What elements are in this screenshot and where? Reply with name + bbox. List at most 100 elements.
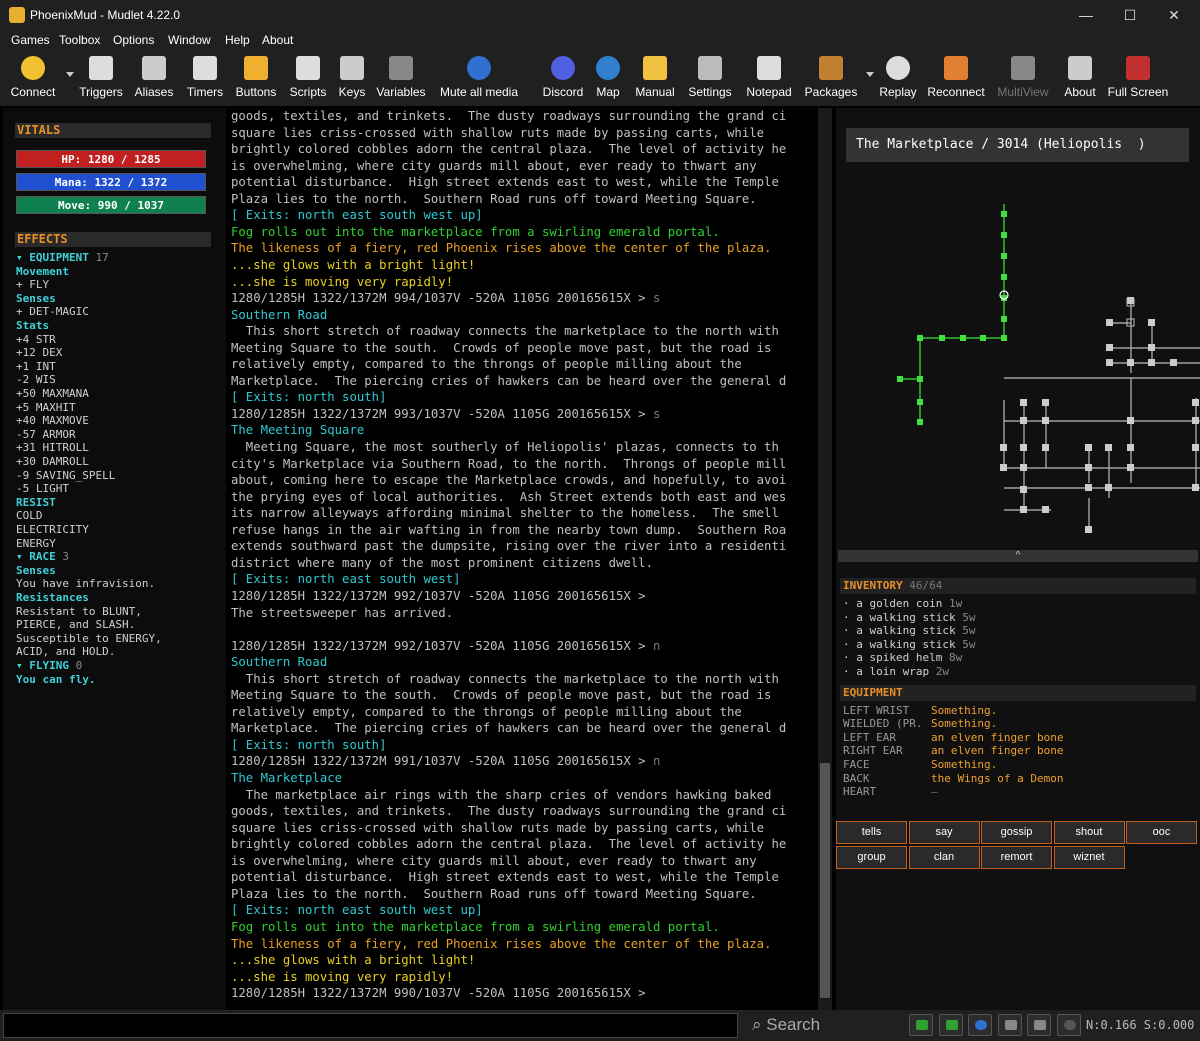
- toolbar-timers-button[interactable]: Timers: [184, 50, 226, 106]
- toolbar-label: Reconnect: [927, 85, 985, 99]
- toolbar-buttons-button[interactable]: Buttons: [234, 50, 278, 106]
- item-name: · a loin wrap: [843, 664, 930, 678]
- toolbar-variables-button[interactable]: Variables: [376, 50, 426, 106]
- dropdown-arrow-icon[interactable]: [66, 72, 74, 77]
- output-scrollbar[interactable]: [818, 108, 832, 1010]
- connection-icon[interactable]: [938, 1014, 963, 1036]
- channel-tells-button[interactable]: tells: [836, 821, 907, 844]
- slot-name: BACK: [843, 771, 870, 785]
- output-text: relatively empty, compared to the throng…: [231, 357, 742, 372]
- command-input[interactable]: [3, 1013, 738, 1038]
- output-text: This short stretch of roadway connects t…: [231, 324, 779, 339]
- menu-help[interactable]: Help: [225, 33, 250, 47]
- toolbar-packages-button[interactable]: Packages: [804, 50, 874, 106]
- output-text: its narrow alleyways affording minimal s…: [231, 506, 779, 521]
- screen-icon[interactable]: [1027, 1014, 1051, 1036]
- toolbar-notepad-button[interactable]: Notepad: [745, 50, 793, 106]
- inventory-item[interactable]: · a walking stick 5w: [840, 638, 1196, 652]
- channel-group-button[interactable]: group: [836, 846, 907, 869]
- toolbar-mute-all-media-button[interactable]: Mute all media: [437, 50, 521, 106]
- effect-line[interactable]: ▾ FLYING 0: [16, 659, 82, 672]
- effect-line[interactable]: ▾ EQUIPMENT 17: [16, 251, 109, 264]
- output-text: city's Marketplace via Southern Road, to…: [231, 456, 787, 471]
- output-text: is overwhelming, where city guards mill …: [231, 853, 757, 868]
- effect-text: -5 LIGHT: [16, 482, 69, 496]
- toolbar-scripts-button[interactable]: Scripts: [287, 50, 329, 106]
- toolbar-map-button[interactable]: Map: [593, 50, 623, 106]
- toolbar-triggers-button[interactable]: Triggers: [78, 50, 124, 106]
- inventory-item[interactable]: · a loin wrap 2w: [840, 665, 1196, 679]
- dropdown-arrow-icon[interactable]: [866, 72, 874, 77]
- left-panel: VITALS HP: 1280 / 1285 Mana: 1322 / 1372…: [3, 108, 226, 1010]
- inventory-item[interactable]: · a walking stick 5w: [840, 624, 1196, 638]
- slot-item: the Wings of a Demon: [931, 771, 1064, 785]
- inventory-item[interactable]: · a golden coin 1w: [840, 597, 1196, 611]
- toolbar-connect-button[interactable]: Connect: [8, 50, 74, 106]
- info-icon[interactable]: [968, 1014, 992, 1036]
- toolbar-aliases-button[interactable]: Aliases: [134, 50, 174, 106]
- output-text: extends southward past the dumpsite, ris…: [231, 539, 787, 554]
- effect-line[interactable]: ▾ RACE 3: [16, 550, 69, 563]
- main-output[interactable]: goods, textiles, and trinkets. The dusty…: [227, 108, 817, 1010]
- toolbar-keys-button[interactable]: Keys: [336, 50, 368, 106]
- output-text: ...she is moving very rapidly!: [231, 274, 454, 289]
- toolbar-multiview-button[interactable]: MultiView: [996, 50, 1050, 106]
- equipment-slot: BACK the Wings of a Demon: [840, 772, 1196, 786]
- buttons-icon: [244, 56, 268, 80]
- menu-bar: Games Toolbox Options Window Help About: [0, 30, 1200, 50]
- toolbar-label: Map: [596, 85, 620, 99]
- record-icon[interactable]: [1056, 1014, 1081, 1036]
- toolbar-settings-button[interactable]: Settings: [687, 50, 733, 106]
- item-weight: 2w: [935, 664, 949, 678]
- manual-icon: [643, 56, 667, 80]
- output-line: [ Exits: north east south west up]: [231, 207, 483, 224]
- map-collapse-handle[interactable]: ^: [838, 550, 1198, 562]
- output-text: district where many of the most prominen…: [231, 555, 653, 570]
- output-line: square lies criss-crossed with shallow r…: [231, 820, 764, 837]
- toolbar-manual-button[interactable]: Manual: [632, 50, 678, 106]
- slot-item: Something.: [931, 717, 998, 731]
- toolbar-label: Connect: [10, 85, 56, 99]
- menu-window[interactable]: Window: [168, 33, 211, 47]
- channel-clan-button[interactable]: clan: [908, 846, 980, 869]
- network-stats: N:0.166 S:0.000: [1086, 1018, 1195, 1032]
- effect-text: ELECTRICITY: [16, 523, 89, 536]
- toolbar-replay-button[interactable]: Replay: [876, 50, 920, 106]
- inventory-item[interactable]: · a walking stick 5w: [840, 611, 1196, 625]
- search-input[interactable]: ⌕ Search: [752, 1015, 820, 1035]
- channel-shout-button[interactable]: shout: [1053, 821, 1125, 844]
- effect-text: You have infravision.: [16, 577, 156, 591]
- gamepad-icon[interactable]: [997, 1014, 1022, 1036]
- output-line: Fog rolls out into the marketplace from …: [231, 919, 720, 936]
- effect-line: ACID, and HOLD.: [16, 645, 115, 658]
- toolbar-reconnect-button[interactable]: Reconnect: [926, 50, 986, 106]
- map-view[interactable]: [836, 168, 1200, 548]
- scrollbar-thumb[interactable]: [820, 763, 830, 998]
- channel-say-button[interactable]: say: [908, 821, 980, 844]
- close-button[interactable]: ✕: [1164, 5, 1184, 25]
- effect-count: 0: [75, 659, 83, 672]
- slot-name: LEFT EAR: [843, 730, 896, 744]
- menu-about[interactable]: About: [262, 33, 293, 47]
- menu-toolbox[interactable]: Toolbox: [59, 33, 100, 47]
- toolbar-full-screen-button[interactable]: Full Screen: [1107, 50, 1169, 106]
- toolbar-about-button[interactable]: About: [1060, 50, 1100, 106]
- minimize-button[interactable]: —: [1076, 5, 1096, 25]
- output-line: [ Exits: north south]: [231, 737, 386, 754]
- menu-games[interactable]: Games: [11, 33, 50, 47]
- output-line: goods, textiles, and trinkets. The dusty…: [231, 803, 786, 820]
- effect-line: Senses: [16, 292, 56, 305]
- channel-gossip-button[interactable]: gossip: [981, 821, 1052, 844]
- toolbar-discord-button[interactable]: Discord: [541, 50, 585, 106]
- output-text: Plaza lies to the north. Southern Road r…: [231, 191, 757, 206]
- inventory-item[interactable]: · a spiked helm 8w: [840, 651, 1196, 665]
- output-line: 1280/1285H 1322/1372M 991/1037V -520A 11…: [231, 753, 660, 770]
- maximize-button[interactable]: ☐: [1120, 5, 1140, 25]
- channel-ooc-button[interactable]: ooc: [1126, 821, 1197, 844]
- effect-text: +5 MAXHIT: [16, 400, 76, 414]
- menu-options[interactable]: Options: [113, 33, 154, 47]
- channel-wiznet-button[interactable]: wiznet: [1053, 846, 1125, 869]
- network-icon[interactable]: [909, 1014, 933, 1036]
- channel-remort-button[interactable]: remort: [981, 846, 1052, 869]
- toolbar-label: Settings: [688, 85, 732, 99]
